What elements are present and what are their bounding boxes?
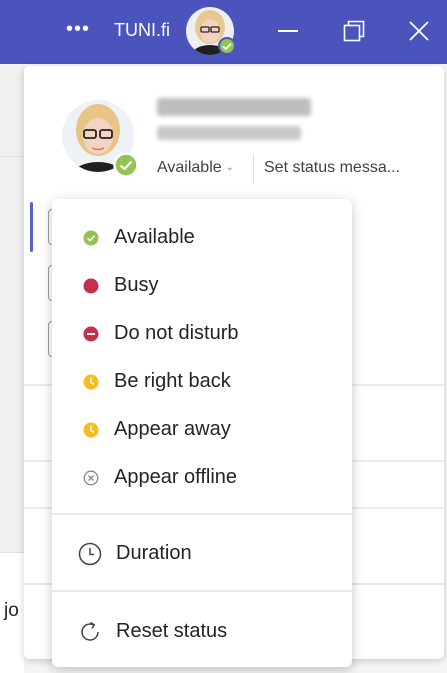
busy-icon	[83, 278, 99, 294]
title-bar: ••• TUNI.fi	[0, 0, 447, 64]
reset-status-button[interactable]: Reset status	[52, 610, 352, 654]
avatar[interactable]	[186, 7, 236, 55]
background-text: jo	[4, 600, 19, 621]
reset-icon	[81, 621, 99, 641]
reset-status-label: Reset status	[116, 620, 228, 642]
menu-item-label: Do not disturb	[114, 322, 239, 344]
selection-accent	[30, 202, 33, 252]
menu-item-appear-offline[interactable]: Appear offline	[52, 456, 352, 500]
org-name[interactable]: TUNI.fi	[114, 20, 170, 41]
menu-item-label: Be right back	[114, 370, 231, 392]
status-label: Available	[157, 159, 222, 176]
menu-divider	[52, 513, 352, 515]
do-not-disturb-icon	[83, 326, 99, 342]
menu-item-available[interactable]: Available	[52, 216, 352, 260]
menu-item-busy[interactable]: Busy	[52, 264, 352, 308]
menu-item-do-not-disturb[interactable]: Do not disturb	[52, 312, 352, 356]
redacted-email	[157, 126, 301, 140]
minimize-icon[interactable]	[278, 30, 298, 32]
menu-divider	[52, 590, 352, 592]
more-icon[interactable]: •••	[66, 18, 90, 41]
available-badge-icon	[113, 152, 139, 178]
status-dropdown[interactable]: Available ⌄	[157, 159, 234, 177]
close-icon[interactable]	[408, 20, 430, 47]
status-menu: Available Busy Do not disturb Be right b…	[52, 199, 352, 667]
appear-offline-icon	[83, 470, 99, 486]
maximize-icon[interactable]	[343, 20, 365, 47]
divider	[0, 156, 24, 157]
be-right-back-icon	[83, 374, 99, 390]
menu-item-be-right-back[interactable]: Be right back	[52, 360, 352, 404]
clock-icon	[78, 542, 102, 566]
appear-away-icon	[83, 422, 99, 438]
set-status-message-button[interactable]: Set status messa...	[264, 159, 400, 177]
redacted-name	[157, 98, 311, 116]
menu-item-appear-away[interactable]: Appear away	[52, 408, 352, 452]
chevron-down-icon: ⌄	[225, 162, 235, 173]
duration-label: Duration	[116, 542, 192, 564]
menu-item-label: Appear away	[114, 418, 231, 440]
background-panel	[0, 64, 24, 673]
menu-item-label: Available	[114, 226, 195, 248]
menu-item-label: Appear offline	[114, 466, 238, 488]
available-badge-icon	[218, 37, 236, 55]
menu-item-label: Busy	[114, 274, 159, 296]
duration-button[interactable]: Duration	[52, 532, 352, 576]
available-icon	[83, 230, 99, 246]
divider	[253, 154, 254, 184]
